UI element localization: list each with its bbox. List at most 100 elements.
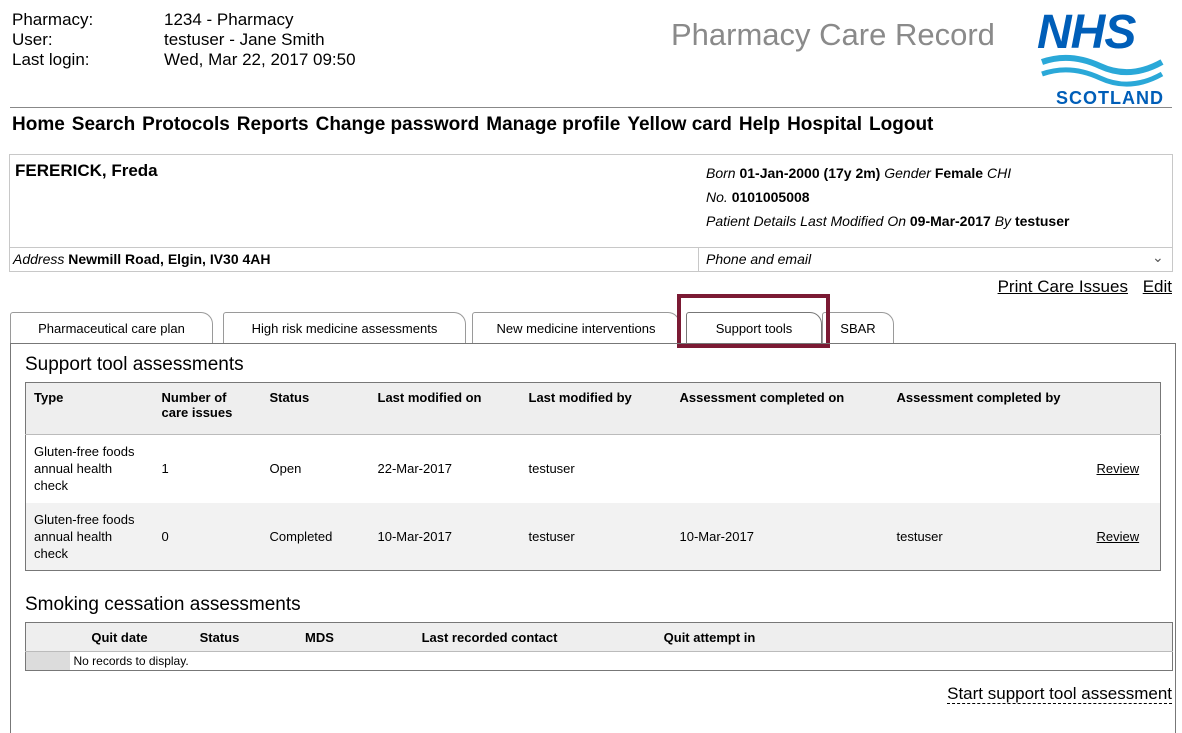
address-label: Address bbox=[13, 251, 65, 267]
empty-row: No records to display. bbox=[25, 651, 1173, 671]
nhs-logo-subtext: SCOTLAND bbox=[1056, 88, 1164, 108]
table-row: Gluten-free foods annual health check 0 … bbox=[25, 502, 1161, 571]
col-completed-on: Assessment completed on bbox=[671, 382, 889, 435]
row-action-cell: Review bbox=[1088, 502, 1161, 571]
col-select bbox=[25, 622, 70, 652]
row-type: Gluten-free foods annual health check bbox=[25, 502, 154, 571]
smoking-cessation-title: Smoking cessation assessments bbox=[25, 594, 301, 615]
start-assessment-container: Start support tool assessment bbox=[947, 684, 1172, 704]
row-status: Open bbox=[269, 461, 302, 477]
patient-banner: FERERICK, Freda Born 01-Jan-2000 (17y 2m… bbox=[9, 154, 1173, 272]
gender-label: Gender bbox=[884, 165, 931, 181]
col-action bbox=[1088, 382, 1161, 435]
active-tab-highlight bbox=[677, 294, 830, 348]
nav-home[interactable]: Home bbox=[12, 114, 65, 136]
tab-high-risk-medicine-assessments[interactable]: High risk medicine assessments bbox=[223, 312, 466, 344]
tab-new-medicine-interventions[interactable]: New medicine interventions bbox=[472, 312, 680, 344]
row-issues: 0 bbox=[153, 502, 262, 571]
nhs-scotland-logo: NHS SCOTLAND bbox=[1030, 4, 1172, 108]
start-support-tool-assessment-link[interactable]: Start support tool assessment bbox=[947, 684, 1172, 704]
last-login-label: Last login: bbox=[12, 50, 90, 69]
main-nav: Home Search Protocols Reports Change pas… bbox=[12, 114, 940, 136]
nav-logout[interactable]: Logout bbox=[869, 114, 933, 136]
col-status: Status bbox=[261, 382, 370, 435]
pharmacy-value: 1234 - Pharmacy bbox=[164, 10, 294, 29]
row-type: Gluten-free foods annual health check bbox=[34, 444, 135, 494]
tab-sbar[interactable]: SBAR bbox=[822, 312, 894, 344]
col-last-modified-by: Last modified by bbox=[520, 382, 672, 435]
chevron-down-icon[interactable]: ⌄ bbox=[1152, 249, 1164, 266]
chi-label: CHI bbox=[986, 165, 1012, 181]
app-title: Pharmacy Care Record bbox=[671, 17, 995, 52]
patient-address: Address Newmill Road, Elgin, IV30 4AH bbox=[13, 251, 271, 267]
row-modified-by: testuser bbox=[520, 502, 672, 571]
patient-gender: Female bbox=[934, 165, 984, 181]
pharmacy-label: Pharmacy: bbox=[12, 10, 94, 29]
row-modified-on: 22-Mar-2017 bbox=[377, 461, 452, 477]
print-care-issues-link[interactable]: Print Care Issues bbox=[998, 277, 1128, 296]
col-spacer bbox=[809, 622, 1173, 652]
last-login-value: Wed, Mar 22, 2017 09:50 bbox=[164, 50, 356, 69]
col-care-issues: Number of care issues bbox=[153, 382, 262, 435]
patient-details: Born 01-Jan-2000 (17y 2m) Gender Female … bbox=[706, 161, 1146, 233]
col-completed-by: Assessment completed by bbox=[888, 382, 1089, 435]
modified-label: Patient Details Last Modified On bbox=[706, 213, 906, 229]
tab-bar: Pharmaceutical care plan High risk medic… bbox=[10, 312, 1175, 344]
col-last-recorded-contact: Last recorded contact bbox=[369, 622, 610, 652]
nav-search[interactable]: Search bbox=[72, 114, 135, 136]
support-tool-title: Support tool assessments bbox=[25, 354, 244, 375]
col-mds: MDS bbox=[269, 622, 370, 652]
col-type: Type bbox=[25, 382, 154, 435]
col-last-modified-on: Last modified on bbox=[369, 382, 521, 435]
support-tools-panel: Support tool assessments Type Number of … bbox=[10, 343, 1176, 733]
row-completed-on bbox=[672, 435, 889, 503]
review-link[interactable]: Review bbox=[1097, 461, 1140, 476]
modified-date: 09-Mar-2017 bbox=[909, 213, 991, 229]
review-link[interactable]: Review bbox=[1097, 529, 1140, 544]
nav-reports[interactable]: Reports bbox=[237, 114, 309, 136]
row-modified-by: testuser bbox=[528, 461, 575, 477]
patient-name: FERERICK, Freda bbox=[15, 161, 158, 180]
nav-change-password[interactable]: Change password bbox=[316, 114, 480, 136]
modified-by-label: By bbox=[994, 213, 1012, 229]
row-completed-on: 10-Mar-2017 bbox=[671, 502, 889, 571]
address-value: Newmill Road, Elgin, IV30 4AH bbox=[68, 251, 271, 267]
col-quit-date: Quit date bbox=[69, 622, 170, 652]
col-quit-attempt-in: Quit attempt in bbox=[609, 622, 810, 652]
nav-manage-profile[interactable]: Manage profile bbox=[486, 114, 620, 136]
nav-yellow-card[interactable]: Yellow card bbox=[627, 114, 732, 136]
row-modified-on: 10-Mar-2017 bbox=[369, 502, 521, 571]
row-issues: 1 bbox=[161, 461, 169, 477]
nhs-logo-text: NHS bbox=[1037, 6, 1136, 59]
no-records-text: No records to display. bbox=[73, 654, 189, 668]
born-label: Born bbox=[706, 165, 736, 181]
born-date: 01-Jan-2000 bbox=[739, 165, 820, 181]
phone-email-toggle[interactable]: Phone and email bbox=[706, 251, 811, 267]
modified-by: testuser bbox=[1014, 213, 1070, 229]
nav-protocols[interactable]: Protocols bbox=[142, 114, 230, 136]
patient-divider bbox=[10, 247, 1172, 248]
chi-number: 0101005008 bbox=[731, 189, 810, 205]
header-divider bbox=[10, 107, 1172, 108]
nav-hospital[interactable]: Hospital bbox=[787, 114, 862, 136]
user-label: User: bbox=[12, 30, 53, 49]
user-value: testuser - Jane Smith bbox=[164, 30, 325, 49]
edit-link[interactable]: Edit bbox=[1143, 277, 1172, 296]
care-issue-links: Print Care Issues Edit bbox=[988, 277, 1172, 297]
tab-pharmaceutical-care-plan[interactable]: Pharmaceutical care plan bbox=[10, 312, 213, 344]
row-action-cell: Review bbox=[1089, 435, 1161, 503]
row-completed-by: testuser bbox=[888, 502, 1089, 571]
nav-help[interactable]: Help bbox=[739, 114, 780, 136]
patient-age: (17y 2m) bbox=[823, 165, 881, 181]
session-info: Pharmacy: 1234 - Pharmacy User: testuser -… bbox=[12, 10, 356, 70]
empty-row-marker bbox=[25, 651, 70, 671]
patient-vertical-divider bbox=[698, 247, 699, 272]
chi-no-label: No. bbox=[706, 189, 728, 205]
col-status: Status bbox=[169, 622, 270, 652]
row-status: Completed bbox=[261, 502, 370, 571]
support-tool-table: Type Number of care issues Status Last m… bbox=[25, 382, 1161, 571]
row-completed-by bbox=[889, 435, 1089, 503]
table-header-row: Quit date Status MDS Last recorded conta… bbox=[25, 622, 1173, 652]
table-row: Gluten-free foods annual health check 1 … bbox=[26, 435, 1161, 503]
table-header-row: Type Number of care issues Status Last m… bbox=[25, 382, 1161, 435]
